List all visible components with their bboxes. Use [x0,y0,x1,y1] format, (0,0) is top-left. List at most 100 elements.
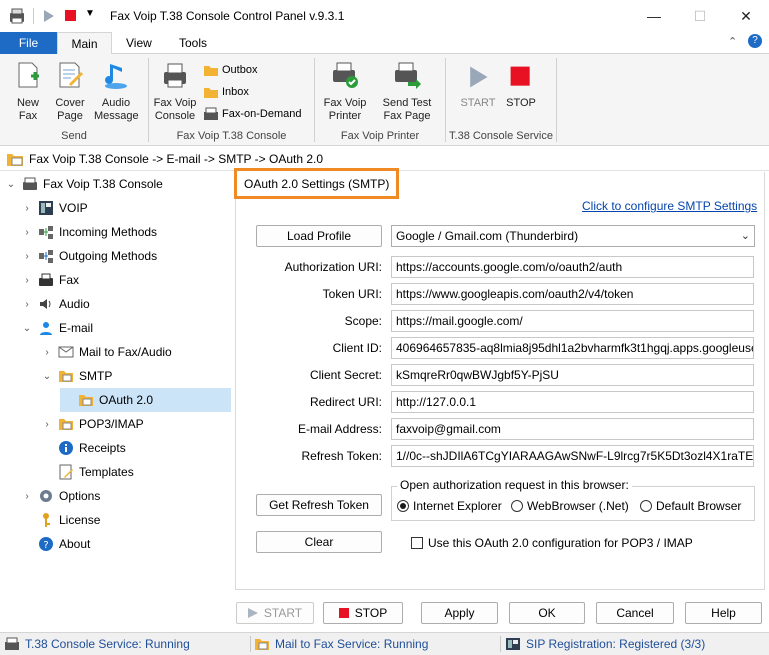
tab-view[interactable]: View [116,32,162,54]
app-fax-icon[interactable] [8,7,26,25]
tree-item-label: Fax [59,273,80,287]
tree-item-incoming-methods[interactable]: › Incoming Methods [20,220,157,244]
envelope-icon [58,346,74,358]
profile-select[interactable]: Google / Gmail.com (Thunderbird) ⌄ [391,225,755,247]
expand-icon[interactable]: › [20,227,34,238]
tree-item-label: Outgoing Methods [59,249,158,263]
inbox-button[interactable]: Inbox [203,85,249,99]
token-uri-field[interactable]: https://www.googleapis.com/oauth2/v4/tok… [391,283,754,305]
tree-item-audio[interactable]: › Audio [20,292,90,316]
new-fax-label-line1: New [16,97,39,109]
tree-item-oauth[interactable]: OAuth 2.0 [60,388,231,412]
tree-item-options[interactable]: › Options [20,484,100,508]
bottom-stop-button[interactable]: STOP [323,602,403,624]
cancel-button[interactable]: Cancel [596,602,674,624]
tree-item-receipts[interactable]: Receipts [40,436,126,460]
tab-main[interactable]: Main [57,32,112,55]
load-profile-button[interactable]: Load Profile [256,225,382,247]
ribbon-group-service-label: T.38 Console Service [449,130,553,142]
expand-icon[interactable]: › [20,203,34,214]
pop3-oauth-checkbox-label: Use this OAuth 2.0 configuration for POP… [428,536,693,550]
fax-on-demand-button[interactable]: Fax-on-Demand [203,107,301,121]
outbox-button[interactable]: Outbox [203,63,257,77]
tree-item-label: VOIP [59,201,88,215]
radio-webbrowser-net[interactable]: WebBrowser (.Net) [511,499,629,513]
authorization-uri-field[interactable]: https://accounts.google.com/o/oauth2/aut… [391,256,754,278]
status-mail-to-fax: Mail to Fax Service: Running [254,633,428,655]
expand-icon[interactable]: › [20,275,34,286]
new-fax-button[interactable]: New Fax [8,60,48,123]
tree-item-voip[interactable]: › VOIP [20,196,88,220]
tab-file[interactable]: File [0,32,57,54]
tree-item-label: E-mail [59,321,94,335]
service-stop-button[interactable]: STOP [502,64,540,110]
radio-webbrowser-net-label: WebBrowser (.Net) [527,499,629,513]
collapse-ribbon-icon[interactable]: ⌃ [728,35,737,48]
expand-icon[interactable]: › [20,299,34,310]
client-id-field[interactable]: 406964657835-aq8lmia8j95dhl1a2bvharmfk3t… [391,337,754,359]
tree-item-root[interactable]: ⌄ Fax Voip T.38 Console [0,172,163,196]
tree-item-mail-to-fax[interactable]: › Mail to Fax/Audio [40,340,171,364]
sip-phone-icon [506,638,520,650]
service-start-button[interactable]: START [458,64,498,110]
clear-button[interactable]: Clear [256,531,382,553]
bottom-start-button[interactable]: START [236,602,314,624]
audio-message-button[interactable]: Audio Message [94,60,139,123]
tree-item-about[interactable]: ? About [20,532,90,556]
email-address-field[interactable]: faxvoip@gmail.com [391,418,754,440]
expand-icon[interactable]: › [40,347,54,358]
tree-item-email[interactable]: ⌄ E-mail [20,316,93,340]
tree-item-pop3[interactable]: › POP3/IMAP [40,412,144,436]
collapse-icon[interactable]: ⌄ [20,323,34,334]
expand-icon[interactable]: › [20,491,34,502]
quick-access-dropdown-icon[interactable]: ▼ [85,8,95,19]
tree-item-outgoing-methods[interactable]: › Outgoing Methods [20,244,157,268]
ribbon: New Fax Cover Page Audio Message Send Fa… [0,54,769,146]
tree-item-label: Audio [59,297,90,311]
collapse-icon[interactable]: ⌄ [4,179,18,190]
help-circle-icon: ? [39,537,53,551]
tree-item-license[interactable]: License [20,508,100,532]
tree-item-smtp[interactable]: ⌄ SMTP [40,364,113,388]
fax-voip-printer-button[interactable]: Fax Voip Printer [320,60,370,123]
cover-page-label-line2: Page [57,110,83,122]
minimize-button[interactable]: — [631,0,677,32]
cover-page-button[interactable]: Cover Page [50,60,90,123]
redirect-uri-field[interactable]: http://127.0.0.1 [391,391,754,413]
send-test-fax-button[interactable]: Send Test Fax Page [378,60,436,123]
cover-page-label-line1: Cover [55,97,85,109]
radio-internet-explorer[interactable]: Internet Explorer [397,499,502,513]
apply-button[interactable]: Apply [421,602,498,624]
stop-icon[interactable] [65,10,77,22]
collapse-icon[interactable]: ⌄ [40,371,54,382]
radio-webbrowser-net-circle [511,500,523,512]
pop3-oauth-checkbox[interactable]: Use this OAuth 2.0 configuration for POP… [411,536,693,550]
ok-button[interactable]: OK [509,602,585,624]
tree-item-templates[interactable]: Templates [40,460,134,484]
configure-smtp-link[interactable]: Click to configure SMTP Settings [582,199,757,213]
stop-icon [510,66,530,86]
template-edit-icon [59,464,73,480]
get-refresh-token-button[interactable]: Get Refresh Token [256,494,382,516]
tree-item-label: About [59,537,91,551]
status-sip-text: SIP Registration: Registered (3/3) [526,637,706,651]
radio-default-browser[interactable]: Default Browser [640,499,741,513]
send-test-fax-label-line2: Fax Page [383,110,431,122]
fax-machine-icon [164,63,186,88]
refresh-token-field[interactable]: 1//0c--shJDIlA6TCgYIARAAGAwSNwF-L9lrcg7r… [391,445,754,467]
close-button[interactable]: ✕ [723,0,769,32]
service-start-label: START [460,97,496,109]
tree-item-fax[interactable]: › Fax [20,268,79,292]
play-icon[interactable] [43,10,55,22]
printer-check-icon [333,62,358,88]
tree-item-label: POP3/IMAP [79,417,144,431]
scope-field[interactable]: https://mail.google.com/ [391,310,754,332]
expand-icon[interactable]: › [40,419,54,430]
tab-tools[interactable]: Tools [169,32,217,54]
help-button[interactable]: Help [685,602,762,624]
help-icon[interactable]: ? [748,34,762,48]
client-secret-field[interactable]: kSmqreRr0qwBWJgbf5Y-PjSU [391,364,754,386]
expand-icon[interactable]: › [20,251,34,262]
maximize-button[interactable]: ☐ [677,0,723,32]
fax-voip-console-button[interactable]: Fax Voip Console [152,60,198,123]
